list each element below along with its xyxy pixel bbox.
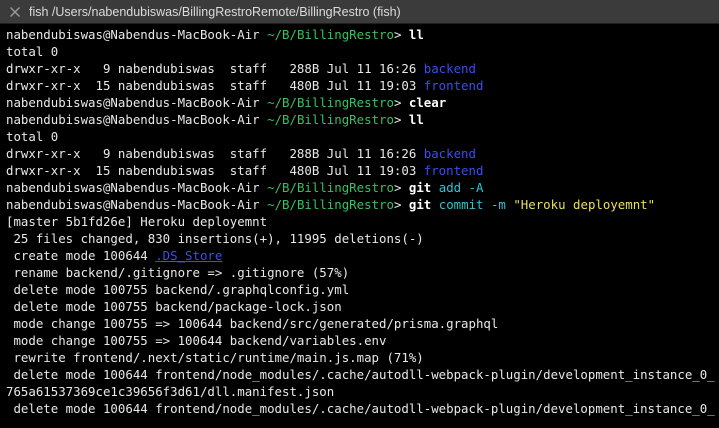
- terminal-line: drwxr-xr-x 9 nabendubiswas staff 288B Ju…: [6, 60, 716, 77]
- terminal-line: 25 files changed, 830 insertions(+), 119…: [6, 230, 716, 247]
- command-args: commit -m: [438, 197, 506, 212]
- terminal-line: 765a61537369ce1c39656f3d61/dll.manifest.…: [6, 383, 716, 400]
- output-text: create mode 100644: [6, 248, 156, 263]
- terminal-line: nabendubiswas@Nabendus-MacBook-Air ~/B/B…: [6, 196, 716, 213]
- prompt-path: ~/B/BillingRestro: [267, 112, 394, 127]
- terminal-line: drwxr-xr-x 15 nabendubiswas staff 480B J…: [6, 77, 716, 94]
- terminal-line: delete mode 100644 frontend/node_modules…: [6, 400, 716, 417]
- listing-text: drwxr-xr-x 9 nabendubiswas staff 288B Ju…: [6, 146, 424, 161]
- command-text: git: [408, 180, 432, 195]
- prompt-path: ~/B/BillingRestro: [267, 95, 394, 110]
- prompt-symbol: >: [393, 180, 402, 195]
- listing-text: drwxr-xr-x 9 nabendubiswas staff 288B Ju…: [6, 61, 424, 76]
- output-text: delete mode 100644 frontend/node_modules…: [6, 401, 716, 416]
- prompt-symbol: >: [393, 27, 402, 42]
- command-args: add -A: [438, 180, 484, 195]
- command-text: ll: [408, 112, 424, 127]
- terminal-line: total 0: [6, 128, 716, 145]
- output-text: mode change 100755 => 100644 backend/var…: [6, 333, 387, 348]
- output-text: mode change 100755 => 100644 backend/src…: [6, 316, 499, 331]
- prompt-user-host: nabendubiswas@Nabendus-MacBook-Air: [6, 197, 260, 212]
- prompt-user-host: nabendubiswas@Nabendus-MacBook-Air: [6, 112, 260, 127]
- prompt-symbol: >: [393, 112, 402, 127]
- terminal-line: nabendubiswas@Nabendus-MacBook-Air ~/B/B…: [6, 179, 716, 196]
- output-text: delete mode 100644 frontend/node_modules…: [6, 367, 716, 382]
- terminal-line: delete mode 100755 backend/.graphqlconfi…: [6, 281, 716, 298]
- command-text: ll: [408, 27, 424, 42]
- output-text: delete mode 100755 backend/package-lock.…: [6, 299, 342, 314]
- window-title: fish /Users/nabendubiswas/BillingRestroR…: [29, 4, 401, 19]
- terminal-output[interactable]: nabendubiswas@Nabendus-MacBook-Air ~/B/B…: [6, 26, 716, 428]
- terminal-window: fish /Users/nabendubiswas/BillingRestroR…: [0, 0, 719, 428]
- output-text: total 0: [6, 44, 59, 59]
- prompt-symbol: >: [393, 95, 402, 110]
- output-text: 765a61537369ce1c39656f3d61/dll.manifest.…: [6, 384, 335, 399]
- file-link: .DS_Store: [155, 248, 223, 263]
- command-text: git: [408, 197, 432, 212]
- close-icon[interactable]: [5, 2, 25, 22]
- prompt-path: ~/B/BillingRestro: [267, 197, 394, 212]
- directory-name: backend: [423, 61, 476, 76]
- terminal-line: mode change 100755 => 100644 backend/src…: [6, 315, 716, 332]
- output-text: delete mode 100755 backend/.graphqlconfi…: [6, 282, 350, 297]
- listing-text: drwxr-xr-x 15 nabendubiswas staff 480B J…: [6, 163, 424, 178]
- command-text: clear: [408, 95, 447, 110]
- prompt-symbol: >: [393, 197, 402, 212]
- output-text: total 0: [6, 129, 59, 144]
- terminal-line: mode change 100755 => 100644 backend/var…: [6, 332, 716, 349]
- listing-text: drwxr-xr-x 15 nabendubiswas staff 480B J…: [6, 78, 424, 93]
- terminal-line: delete mode 100644 frontend/node_modules…: [6, 366, 716, 383]
- prompt-user-host: nabendubiswas@Nabendus-MacBook-Air: [6, 95, 260, 110]
- prompt-path: ~/B/BillingRestro: [267, 27, 394, 42]
- terminal-line: nabendubiswas@Nabendus-MacBook-Air ~/B/B…: [6, 26, 716, 43]
- prompt-user-host: nabendubiswas@Nabendus-MacBook-Air: [6, 180, 260, 195]
- output-text: [master 5b1fd26e] Heroku deployemnt: [6, 214, 268, 229]
- directory-name: frontend: [423, 78, 484, 93]
- terminal-line: create mode 100644 .DS_Store: [6, 247, 716, 264]
- prompt-path: ~/B/BillingRestro: [267, 180, 394, 195]
- directory-name: backend: [423, 146, 476, 161]
- command-string: "Heroku deployemnt": [513, 197, 656, 212]
- directory-name: frontend: [423, 163, 484, 178]
- terminal-line: nabendubiswas@Nabendus-MacBook-Air ~/B/B…: [6, 94, 716, 111]
- prompt-user-host: nabendubiswas@Nabendus-MacBook-Air: [6, 27, 260, 42]
- terminal-line: nabendubiswas@Nabendus-MacBook-Air ~/B/B…: [6, 111, 716, 128]
- terminal-line: delete mode 100755 backend/package-lock.…: [6, 298, 716, 315]
- output-text: 25 files changed, 830 insertions(+), 119…: [6, 231, 424, 246]
- terminal-line: [master 5b1fd26e] Heroku deployemnt: [6, 213, 716, 230]
- title-bar: fish /Users/nabendubiswas/BillingRestroR…: [0, 0, 719, 24]
- output-text: rewrite frontend/.next/static/runtime/ma…: [6, 350, 424, 365]
- terminal-line: rename backend/.gitignore => .gitignore …: [6, 264, 716, 281]
- output-text: rename backend/.gitignore => .gitignore …: [6, 265, 350, 280]
- terminal-line: drwxr-xr-x 9 nabendubiswas staff 288B Ju…: [6, 145, 716, 162]
- terminal-line: rewrite frontend/.next/static/runtime/ma…: [6, 349, 716, 366]
- terminal-line: total 0: [6, 43, 716, 60]
- terminal-line: drwxr-xr-x 15 nabendubiswas staff 480B J…: [6, 162, 716, 179]
